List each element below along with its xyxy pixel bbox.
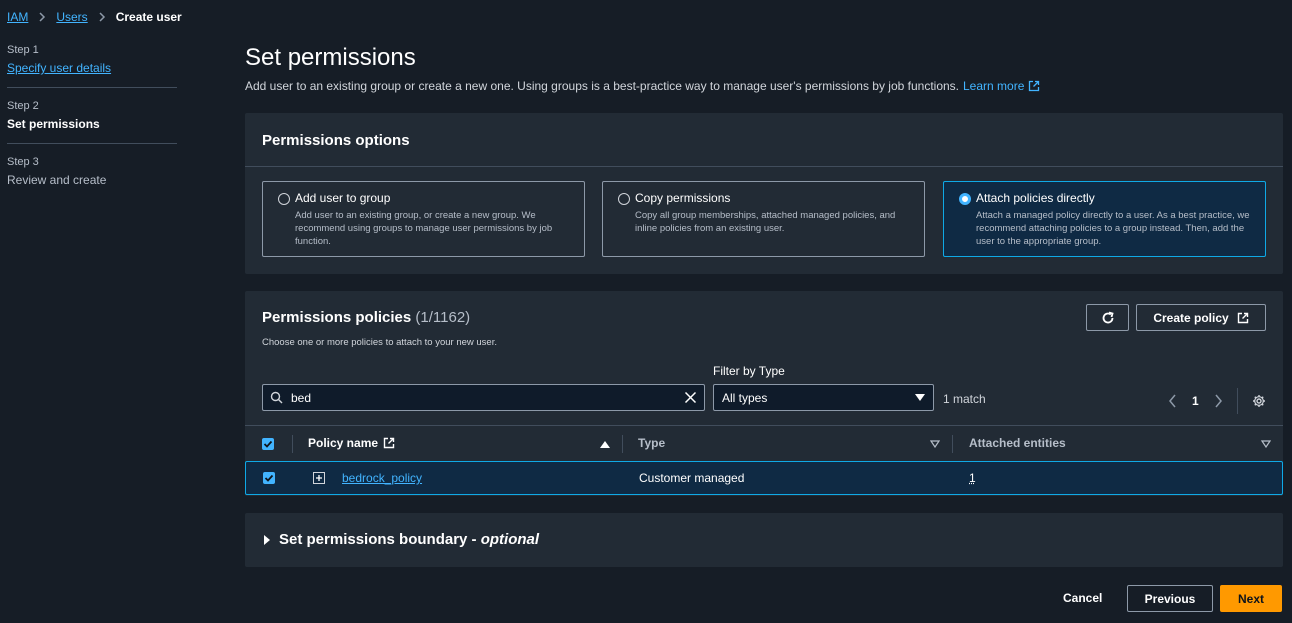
filter-type-value: All types [722, 390, 768, 405]
settings-gear-icon[interactable] [1252, 394, 1266, 408]
step-2: Step 2 Set permissions [7, 100, 177, 144]
row-checkbox[interactable] [263, 472, 275, 484]
pagination: 1 [1168, 388, 1266, 414]
create-policy-label: Create policy [1153, 310, 1229, 325]
previous-button[interactable]: Previous [1127, 585, 1213, 612]
divider [245, 166, 1283, 167]
radio-button[interactable] [278, 193, 290, 205]
attached-entities-count[interactable]: 1 [969, 471, 976, 485]
step-1-link[interactable]: Specify user details [7, 61, 111, 75]
option-description: Copy all group memberships, attached man… [635, 210, 896, 234]
search-value[interactable]: bed [291, 391, 684, 405]
permissions-boundary-header[interactable]: Set permissions boundary - optional [263, 531, 539, 548]
breadcrumb-current: Create user [115, 10, 182, 24]
table-row[interactable]: bedrock_policy Customer managed 1 [245, 461, 1283, 495]
radio-button[interactable] [618, 193, 630, 205]
option-attach-policies-directly[interactable]: Attach policies directly Attach a manage… [943, 181, 1266, 257]
column-separator [292, 435, 293, 453]
permissions-policies-panel: Permissions policies (1/1162) Choose one… [245, 291, 1283, 496]
breadcrumb-users-link[interactable]: Users [56, 10, 87, 24]
select-all-checkbox[interactable] [262, 438, 274, 450]
wizard-steps: Step 1 Specify user details Step 2 Set p… [7, 44, 177, 211]
external-link-icon [1237, 312, 1249, 324]
clear-icon[interactable] [684, 391, 697, 404]
chevron-right-icon [96, 11, 108, 23]
column-separator [622, 435, 623, 453]
page-number[interactable]: 1 [1192, 394, 1199, 408]
step-number: Step 3 [7, 156, 39, 168]
column-type[interactable]: Type [638, 436, 665, 450]
caret-right-icon [263, 534, 271, 545]
option-add-user-to-group[interactable]: Add user to group Add user to an existin… [262, 181, 585, 257]
search-icon [270, 391, 283, 404]
option-description: Attach a managed policy directly to a us… [976, 210, 1250, 247]
policies-title: Permissions policies (1/1162) [262, 309, 470, 326]
sort-icon[interactable] [930, 440, 940, 448]
policies-subtitle: Choose one or more policies to attach to… [262, 337, 497, 348]
chevron-left-icon[interactable] [1168, 394, 1178, 408]
filter-by-type-label: Filter by Type [713, 364, 785, 378]
policy-type: Customer managed [639, 471, 745, 485]
column-label: Policy name [308, 436, 379, 450]
step-1: Step 1 Specify user details [7, 44, 177, 88]
refresh-icon [1101, 311, 1115, 325]
column-separator [952, 435, 953, 453]
cancel-button[interactable]: Cancel [1063, 591, 1102, 605]
external-link-icon[interactable] [1028, 80, 1040, 92]
external-link-icon [383, 437, 395, 449]
column-attached-entities[interactable]: Attached entities [969, 436, 1066, 450]
match-count: 1 match [943, 392, 986, 406]
option-copy-permissions[interactable]: Copy permissions Copy all group membersh… [602, 181, 925, 257]
policy-search-input[interactable]: bed [262, 384, 705, 411]
option-title: Add user to group [295, 191, 391, 205]
step-3-label: Review and create [7, 173, 107, 187]
filter-type-select[interactable]: All types [713, 384, 934, 411]
permissions-boundary-panel[interactable]: Set permissions boundary - optional [245, 513, 1283, 567]
breadcrumb-iam-link[interactable]: IAM [7, 10, 28, 24]
step-2-label: Set permissions [7, 117, 100, 131]
radio-button-selected[interactable] [959, 193, 971, 205]
boundary-title: Set permissions boundary - [279, 531, 481, 548]
step-number: Step 1 [7, 44, 39, 56]
option-title: Attach policies directly [976, 191, 1095, 205]
table-header: Policy name Type Attached entities [245, 425, 1283, 461]
refresh-button[interactable] [1086, 304, 1129, 331]
permissions-options-title: Permissions options [262, 132, 410, 149]
chevron-right-icon[interactable] [1213, 394, 1223, 408]
page-title: Set permissions [245, 44, 416, 71]
option-title: Copy permissions [635, 191, 731, 205]
caret-down-icon [915, 393, 925, 402]
boundary-optional: optional [480, 531, 540, 548]
policies-title-text: Permissions policies [262, 309, 412, 326]
pager-divider [1236, 388, 1238, 414]
chevron-right-icon [36, 11, 48, 23]
breadcrumb: IAM Users Create user [7, 10, 182, 24]
option-description: Add user to an existing group, or create… [295, 210, 553, 247]
permissions-options-panel: Permissions options Add user to group Ad… [245, 113, 1283, 274]
policies-count: (1/1162) [415, 309, 471, 326]
create-policy-button[interactable]: Create policy [1136, 304, 1266, 331]
column-policy-name[interactable]: Policy name [308, 436, 395, 450]
policy-name-link[interactable]: bedrock_policy [342, 471, 422, 485]
sort-ascending-icon[interactable] [600, 440, 610, 448]
description-text: Add user to an existing group or create … [245, 79, 959, 93]
step-3: Step 3 Review and create [7, 156, 177, 199]
step-number: Step 2 [7, 100, 39, 112]
page-description: Add user to an existing group or create … [245, 79, 1040, 93]
next-button[interactable]: Next [1220, 585, 1282, 612]
expand-plus-icon[interactable] [313, 472, 325, 484]
learn-more-link[interactable]: Learn more [963, 79, 1024, 93]
sort-icon[interactable] [1261, 440, 1271, 448]
